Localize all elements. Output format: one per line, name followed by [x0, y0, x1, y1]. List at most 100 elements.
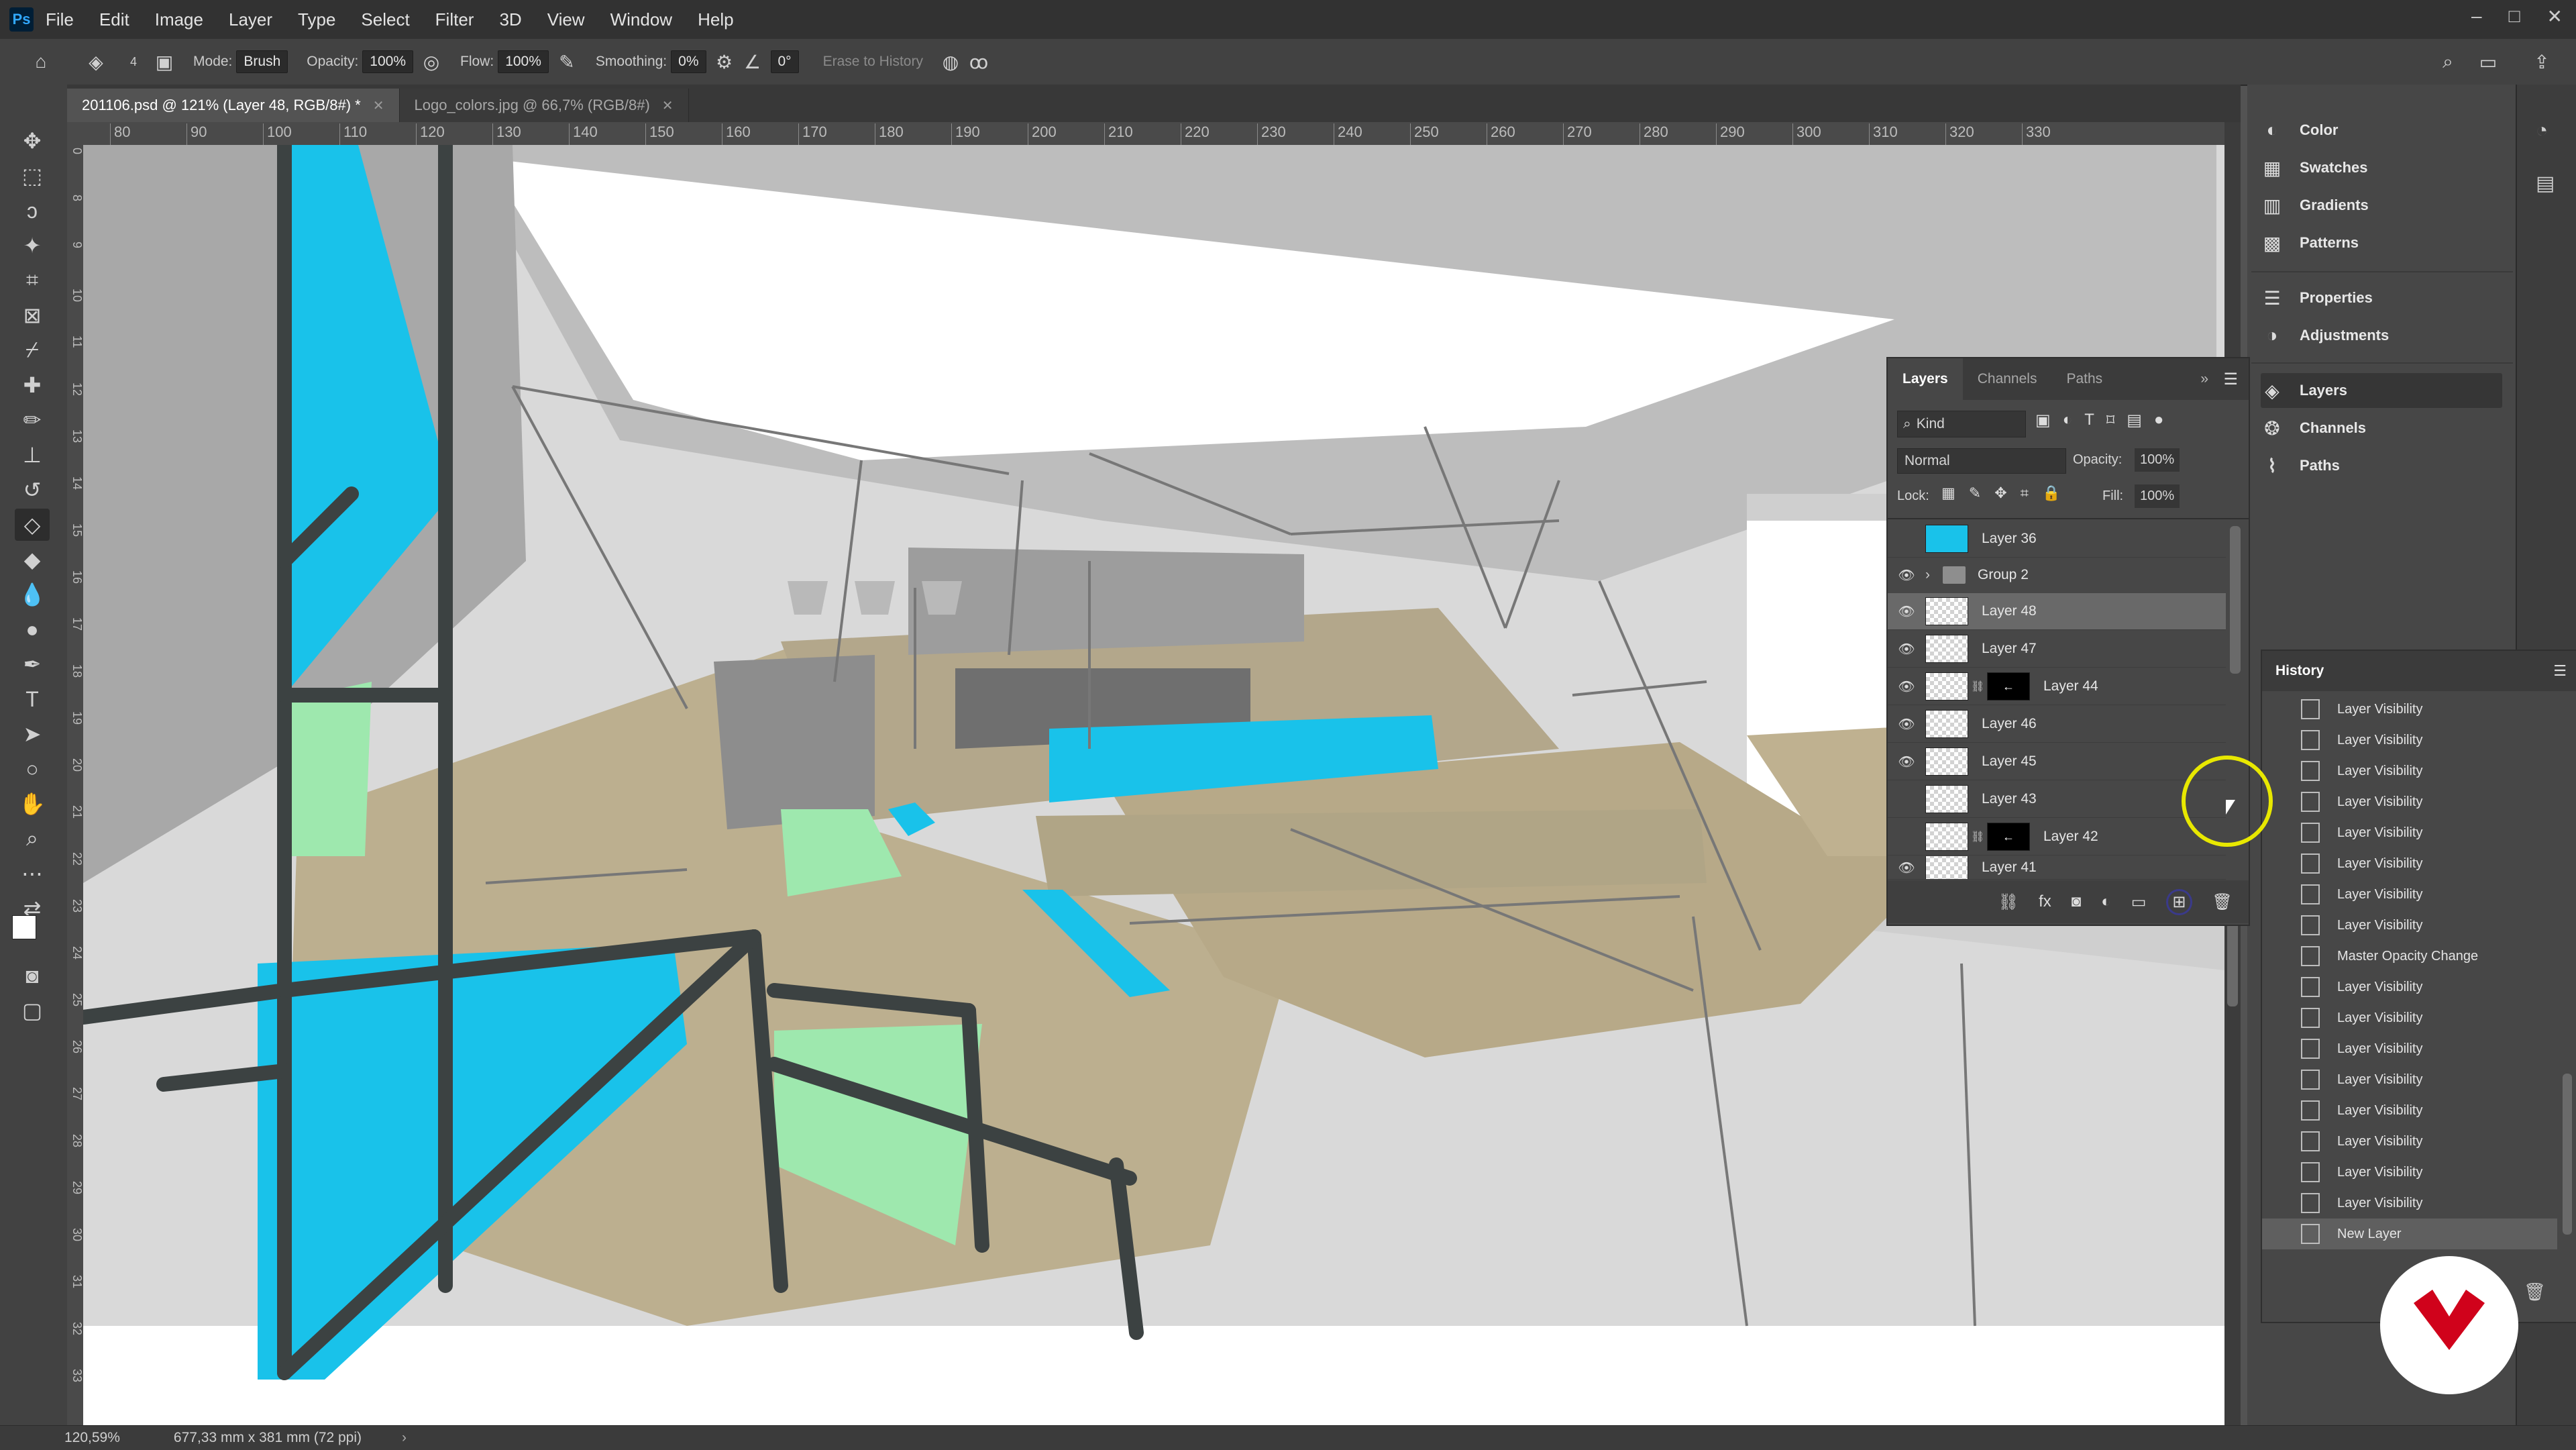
smoothing-input[interactable]: 0% [671, 50, 706, 73]
eraser-tool-preset-icon[interactable]: ◈ [82, 48, 110, 76]
menu-window[interactable]: Window [610, 9, 672, 30]
history-state[interactable]: Layer Visibility [2262, 1126, 2557, 1157]
brush-size-value[interactable]: 4 [130, 55, 137, 69]
filter-shape-icon[interactable]: ⌑ [2106, 411, 2114, 430]
layer-row-layer-43[interactable]: Layer 43 [1888, 781, 2226, 818]
layer-row-layer-41[interactable]: 👁 Layer 41 [1888, 856, 2226, 880]
layers-scroll-thumb[interactable] [2230, 526, 2241, 674]
panel-swatches[interactable]: ▦ Swatches [2261, 150, 2502, 185]
history-state[interactable]: Layer Visibility [2262, 1157, 2557, 1188]
eraser-tool-icon[interactable]: ◇ [15, 509, 50, 541]
panel-menu-icon[interactable]: ☰ [2553, 662, 2567, 680]
zoom-level[interactable]: 120,59% [64, 1430, 120, 1446]
history-state[interactable]: Layer Visibility [2262, 879, 2557, 910]
delete-layer-icon[interactable]: 🗑 [2212, 892, 2233, 912]
layer-row-layer-46[interactable]: 👁 Layer 46 [1888, 706, 2226, 743]
history-state[interactable]: Layer Visibility [2262, 1033, 2557, 1064]
history-state[interactable]: Layer Visibility [2262, 725, 2557, 756]
eye-icon[interactable]: 👁 [1888, 603, 1925, 620]
fx-icon[interactable]: fx [2039, 892, 2051, 911]
delete-state-icon[interactable]: 🗑 [2524, 1282, 2546, 1302]
layer-row-layer-44[interactable]: 👁 ⛓ ← Layer 44 [1888, 668, 2226, 705]
maximize-button[interactable]: □ [2509, 5, 2520, 28]
pressure-opacity-icon[interactable]: ◎ [417, 48, 445, 76]
brush-settings-icon[interactable]: ▣ [150, 48, 178, 76]
opacity-input[interactable]: 100% [362, 50, 413, 73]
layer-mask-thumbnail[interactable]: ← [1987, 823, 2030, 851]
panel-properties[interactable]: ☰ Properties [2261, 280, 2502, 315]
magic-wand-tool-icon[interactable]: ✦ [15, 229, 50, 262]
quick-mask-icon[interactable]: ◙ [15, 960, 50, 992]
eye-icon[interactable]: 👁 [1888, 860, 1925, 876]
close-tab-icon[interactable]: ✕ [662, 97, 674, 114]
filter-pixel-icon[interactable]: ▣ [2035, 411, 2051, 430]
panel-patterns[interactable]: ▩ Patterns [2261, 225, 2502, 260]
crop-tool-icon[interactable]: ⌗ [15, 264, 50, 297]
path-selection-tool-icon[interactable]: ➤ [15, 718, 50, 750]
clone-stamp-tool-icon[interactable]: ⊥ [15, 439, 50, 471]
history-state[interactable]: Layer Visibility [2262, 1095, 2557, 1126]
panel-gradients[interactable]: ▥ Gradients [2261, 188, 2502, 223]
history-scroll-thumb[interactable] [2563, 1074, 2572, 1235]
more-tools-icon[interactable]: ⋯ [15, 858, 50, 890]
panel-channels[interactable]: ❂ Channels [2261, 411, 2502, 446]
history-state[interactable]: Layer Visibility [2262, 817, 2557, 848]
new-layer-icon[interactable]: ⊞ [2166, 888, 2192, 915]
type-tool-icon[interactable]: T [15, 683, 50, 715]
history-state[interactable]: Layer Visibility [2262, 910, 2557, 941]
search-icon[interactable]: ⌕ [2434, 48, 2462, 76]
close-button[interactable]: ✕ [2547, 5, 2563, 28]
menu-file[interactable]: File [46, 9, 74, 30]
tab-201106-psd[interactable]: 201106.psd @ 121% (Layer 48, RGB/8#) * ✕ [67, 89, 400, 122]
new-adjustment-icon[interactable]: ◐ [2101, 892, 2111, 911]
airbrush-icon[interactable]: ✎ [553, 48, 581, 76]
foreground-color-swatch[interactable] [12, 915, 36, 939]
lasso-tool-icon[interactable]: ↄ [15, 195, 50, 227]
add-mask-icon[interactable]: ◙ [2072, 892, 2082, 911]
filter-toggle-icon[interactable]: ● [2154, 411, 2164, 430]
menu-help[interactable]: Help [698, 9, 733, 30]
panel-paths[interactable]: ⌇ Paths [2261, 448, 2502, 483]
history-state[interactable]: Layer Visibility [2262, 756, 2557, 786]
fill-input[interactable]: 100% [2135, 484, 2180, 508]
lock-all-icon[interactable]: 🔒 [2042, 484, 2060, 502]
hand-tool-icon[interactable]: ✋ [15, 788, 50, 820]
tab-channels[interactable]: Channels [1963, 358, 2052, 400]
layer-row-group-2[interactable]: 👁 › Group 2 [1888, 557, 2226, 594]
tab-layers[interactable]: Layers [1888, 358, 1963, 400]
lock-artboard-icon[interactable]: ⌗ [2021, 484, 2029, 502]
history-state[interactable]: Layer Visibility [2262, 1002, 2557, 1033]
pressure-size-icon[interactable]: ◍ [936, 48, 965, 76]
screen-mode-icon[interactable]: ▢ [15, 994, 50, 1027]
eye-icon[interactable]: 👁 [1888, 678, 1925, 695]
photoshop-logo-icon[interactable]: Ps [9, 7, 34, 32]
libraries-icon[interactable]: ▤ [2536, 172, 2555, 195]
history-state[interactable]: Layer Visibility [2262, 972, 2557, 1002]
ellipse-tool-icon[interactable]: ○ [15, 753, 50, 785]
panel-adjustments[interactable]: ◑ Adjustments [2261, 318, 2502, 353]
link-chain-icon[interactable]: ⛓ [1971, 830, 1984, 843]
menu-image[interactable]: Image [155, 9, 203, 30]
history-state[interactable]: Layer Visibility [2262, 1064, 2557, 1095]
paint-bucket-tool-icon[interactable]: ◆ [15, 543, 50, 576]
history-state[interactable]: Layer Visibility [2262, 1188, 2557, 1219]
share-icon[interactable]: ⇪ [2528, 48, 2556, 76]
blur-tool-icon[interactable]: 💧 [15, 578, 50, 611]
new-group-icon[interactable]: ▭ [2131, 892, 2147, 912]
symmetry-icon[interactable]: ꝏ [965, 48, 993, 76]
collapse-panel-icon[interactable]: » [2200, 371, 2208, 387]
learn-icon[interactable]: ◔ [2536, 119, 2548, 142]
layer-row-layer-36[interactable]: Layer 36 [1888, 521, 2226, 558]
history-state[interactable]: New Layer [2262, 1219, 2557, 1249]
angle-input[interactable]: 0° [770, 50, 799, 73]
link-chain-icon[interactable]: ⛓ [1971, 680, 1984, 693]
menu-select[interactable]: Select [361, 9, 409, 30]
tab-paths[interactable]: Paths [2051, 358, 2117, 400]
brush-tool-icon[interactable]: ✏ [15, 404, 50, 436]
layer-opacity-input[interactable]: 100% [2135, 448, 2180, 472]
eye-icon[interactable]: 👁 [1888, 641, 1925, 658]
lock-position-icon[interactable]: ✥ [1994, 484, 2006, 502]
close-tab-icon[interactable]: ✕ [373, 97, 384, 114]
layer-row-layer-42[interactable]: ⛓ ← Layer 42 [1888, 819, 2226, 856]
history-title[interactable]: History [2275, 663, 2324, 679]
